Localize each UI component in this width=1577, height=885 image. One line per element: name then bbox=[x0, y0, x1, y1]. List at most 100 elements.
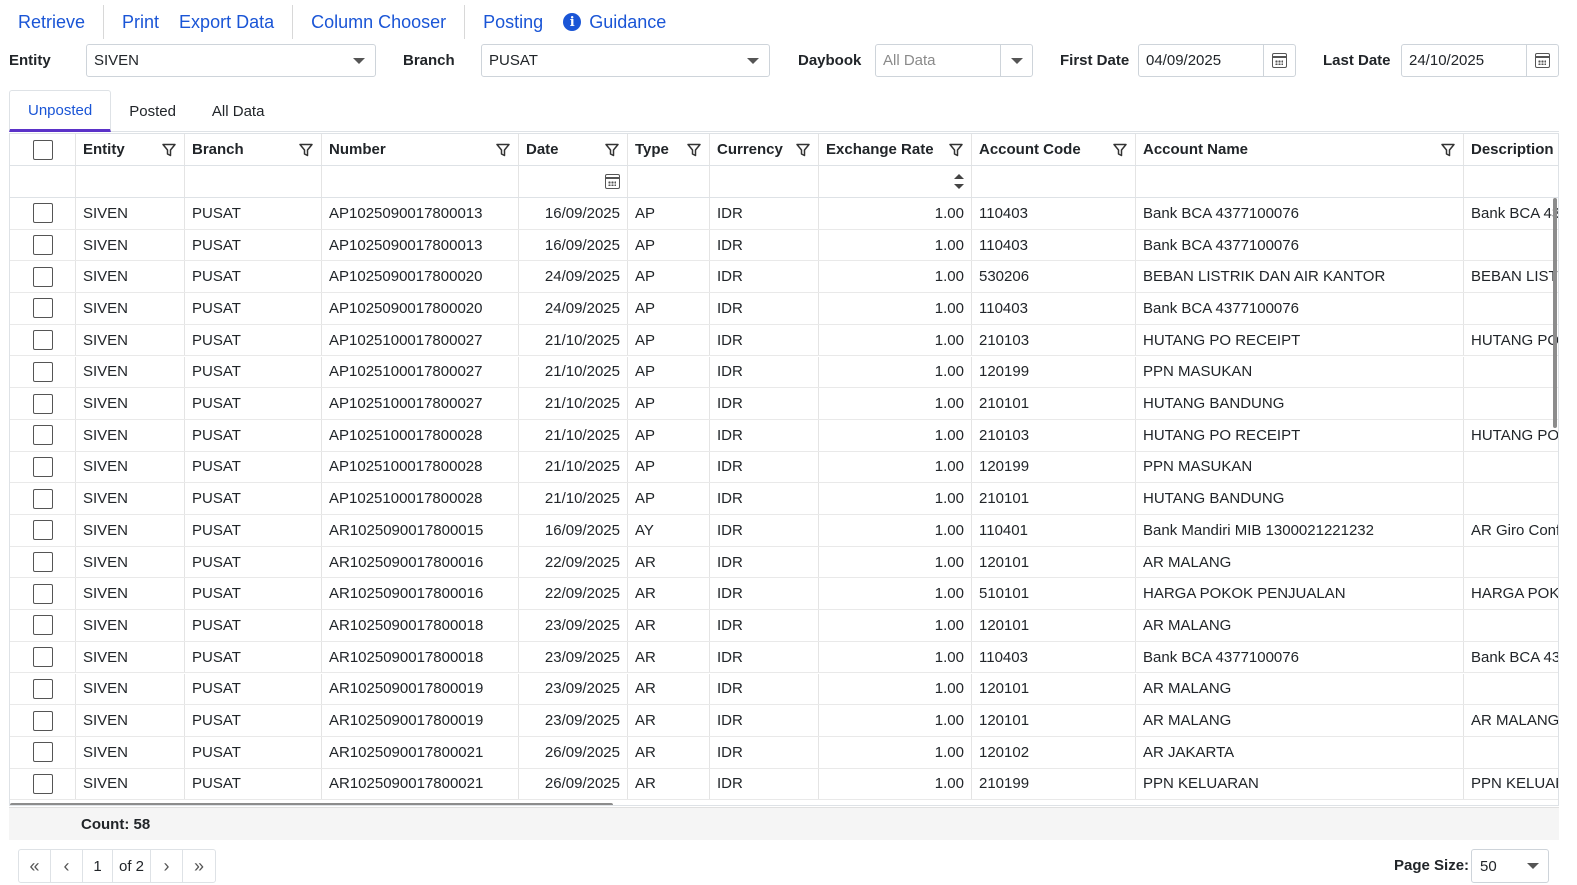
chevron-down-icon[interactable] bbox=[737, 45, 769, 76]
posting-button[interactable]: Posting bbox=[473, 6, 553, 38]
table-row[interactable]: SIVEN PUSAT AR1025090017800019 23/09/2025 AR… bbox=[10, 673, 1558, 706]
filter-cell[interactable] bbox=[628, 166, 710, 197]
table-row[interactable]: SIVEN PUSAT AR1025090017800015 16/09/2025 AY… bbox=[10, 515, 1558, 547]
retrieve-button[interactable]: Retrieve bbox=[8, 6, 95, 38]
filter-icon[interactable] bbox=[686, 142, 702, 158]
table-row[interactable]: SIVEN PUSAT AR1025090017800018 23/09/2025 AR… bbox=[10, 610, 1558, 642]
filter-icon[interactable] bbox=[1440, 142, 1456, 158]
prev-page-button[interactable]: ‹ bbox=[51, 850, 83, 882]
filter-icon[interactable] bbox=[604, 142, 620, 158]
row-checkbox[interactable] bbox=[32, 710, 53, 731]
tab-posted[interactable]: Posted bbox=[111, 90, 194, 132]
row-checkbox[interactable] bbox=[32, 520, 53, 541]
filter-cell[interactable] bbox=[322, 166, 519, 197]
spinner-icon[interactable] bbox=[954, 174, 964, 189]
row-checkbox[interactable] bbox=[32, 266, 53, 287]
table-row[interactable]: SIVEN PUSAT AP1025100017800028 21/10/2025 AP… bbox=[10, 483, 1558, 515]
chevron-down-icon[interactable] bbox=[343, 45, 375, 76]
column-header-branch[interactable]: Branch bbox=[185, 134, 322, 165]
column-header-account-name[interactable]: Account Name bbox=[1136, 134, 1464, 165]
row-checkbox[interactable] bbox=[32, 552, 53, 573]
filter-cell[interactable] bbox=[519, 166, 628, 197]
calendar-icon[interactable] bbox=[1263, 45, 1295, 76]
filter-icon[interactable] bbox=[1112, 142, 1128, 158]
filter-cell[interactable] bbox=[1136, 166, 1464, 197]
table-row[interactable]: SIVEN PUSAT AP1025090017800020 24/09/2025 AP… bbox=[10, 261, 1558, 294]
filter-cell[interactable] bbox=[76, 166, 185, 197]
column-header-number[interactable]: Number bbox=[322, 134, 519, 165]
calendar-icon[interactable] bbox=[605, 174, 620, 189]
select-all-checkbox[interactable] bbox=[32, 139, 53, 160]
table-row[interactable]: SIVEN PUSAT AR1025090017800018 23/09/2025 AR… bbox=[10, 641, 1558, 674]
row-checkbox[interactable] bbox=[32, 583, 53, 604]
row-checkbox[interactable] bbox=[32, 488, 53, 509]
row-checkbox[interactable] bbox=[32, 425, 53, 446]
export-data-button[interactable]: Export Data bbox=[169, 6, 284, 38]
table-row[interactable]: SIVEN PUSAT AR1025090017800016 22/09/2025 AR… bbox=[10, 578, 1558, 611]
daybook-select[interactable]: All Data bbox=[875, 44, 1033, 77]
column-header-currency[interactable]: Currency bbox=[710, 134, 819, 165]
chevron-down-icon[interactable] bbox=[1518, 863, 1548, 869]
row-checkbox[interactable] bbox=[32, 456, 53, 477]
last-page-button[interactable]: » bbox=[183, 850, 215, 882]
row-checkbox[interactable] bbox=[32, 235, 53, 256]
filter-cell[interactable] bbox=[1464, 166, 1558, 197]
table-row[interactable]: SIVEN PUSAT AR1025090017800016 22/09/2025 AR… bbox=[10, 546, 1558, 579]
row-checkbox[interactable] bbox=[32, 773, 53, 794]
row-checkbox[interactable] bbox=[32, 678, 53, 699]
branch-select[interactable]: PUSAT bbox=[481, 44, 770, 77]
filter-icon[interactable] bbox=[161, 142, 177, 158]
table-row[interactable]: SIVEN PUSAT AP1025100017800027 21/10/2025 AP… bbox=[10, 324, 1558, 357]
column-header-date[interactable]: Date bbox=[519, 134, 628, 165]
filter-cell[interactable] bbox=[972, 166, 1136, 197]
table-row[interactable]: SIVEN PUSAT AR1025090017800021 26/09/2025 AR… bbox=[10, 736, 1558, 769]
chevron-down-icon[interactable] bbox=[1000, 45, 1032, 76]
table-row[interactable]: SIVEN PUSAT AP1025100017800027 21/10/2025 AP… bbox=[10, 388, 1558, 420]
entity-select[interactable]: SIVEN bbox=[86, 44, 376, 77]
row-checkbox[interactable] bbox=[32, 203, 53, 224]
row-checkbox[interactable] bbox=[32, 393, 53, 414]
column-header-account-code[interactable]: Account Code bbox=[972, 134, 1136, 165]
vertical-scrollbar[interactable] bbox=[1553, 198, 1557, 428]
column-header-entity[interactable]: Entity bbox=[76, 134, 185, 165]
row-checkbox[interactable] bbox=[32, 298, 53, 319]
column-chooser-button[interactable]: Column Chooser bbox=[301, 6, 456, 38]
table-row[interactable]: SIVEN PUSAT AP1025100017800028 21/10/2025 AP… bbox=[10, 419, 1558, 452]
tab-unposted[interactable]: Unposted bbox=[9, 90, 112, 132]
page-size-select[interactable]: 50 bbox=[1471, 849, 1549, 883]
row-checkbox[interactable] bbox=[32, 615, 53, 636]
tab-all-data[interactable]: All Data bbox=[194, 90, 283, 132]
column-header-exchange-rate[interactable]: Exchange Rate bbox=[819, 134, 972, 165]
table-row[interactable]: SIVEN PUSAT AR1025090017800019 23/09/2025 AR… bbox=[10, 705, 1558, 737]
row-checkbox[interactable] bbox=[32, 742, 53, 763]
filter-icon[interactable] bbox=[948, 142, 964, 158]
filter-cell[interactable] bbox=[710, 166, 819, 197]
row-checkbox[interactable] bbox=[32, 647, 53, 668]
filter-icon[interactable] bbox=[795, 142, 811, 158]
cell-currency: IDR bbox=[710, 261, 819, 293]
table-row[interactable]: SIVEN PUSAT AP1025090017800020 24/09/2025 AP… bbox=[10, 293, 1558, 325]
filter-icon[interactable] bbox=[298, 142, 314, 158]
last-date-input[interactable]: 24/10/2025 bbox=[1401, 44, 1559, 77]
print-button[interactable]: Print bbox=[112, 6, 169, 38]
column-header-description[interactable]: Description bbox=[1464, 134, 1558, 165]
row-checkbox[interactable] bbox=[32, 330, 53, 351]
next-page-button[interactable]: › bbox=[151, 850, 184, 882]
table-row[interactable]: SIVEN PUSAT AP1025090017800013 16/09/2025 AP… bbox=[10, 229, 1558, 262]
row-checkbox[interactable] bbox=[32, 361, 53, 382]
cell-account-code: 210103 bbox=[972, 324, 1136, 356]
table-row[interactable]: SIVEN PUSAT AR1025090017800021 26/09/2025 AR… bbox=[10, 768, 1558, 801]
filter-cell[interactable] bbox=[185, 166, 322, 197]
table-row[interactable]: SIVEN PUSAT AP1025100017800027 21/10/2025 AP… bbox=[10, 356, 1558, 389]
table-row[interactable]: SIVEN PUSAT AP1025090017800013 16/09/2025 AP… bbox=[10, 198, 1558, 230]
filter-cell[interactable] bbox=[819, 166, 972, 197]
first-date-input[interactable]: 04/09/2025 bbox=[1138, 44, 1296, 77]
calendar-icon[interactable] bbox=[1526, 45, 1558, 76]
column-header-type[interactable]: Type bbox=[628, 134, 710, 165]
first-page-button[interactable]: « bbox=[19, 850, 51, 882]
table-row[interactable]: SIVEN PUSAT AP1025100017800028 21/10/2025 AP… bbox=[10, 451, 1558, 484]
page-number-input[interactable]: 1 bbox=[83, 850, 113, 882]
filter-icon[interactable] bbox=[495, 142, 511, 158]
horizontal-scrollbar[interactable] bbox=[10, 803, 613, 805]
guidance-button[interactable]: i Guidance bbox=[553, 6, 676, 38]
